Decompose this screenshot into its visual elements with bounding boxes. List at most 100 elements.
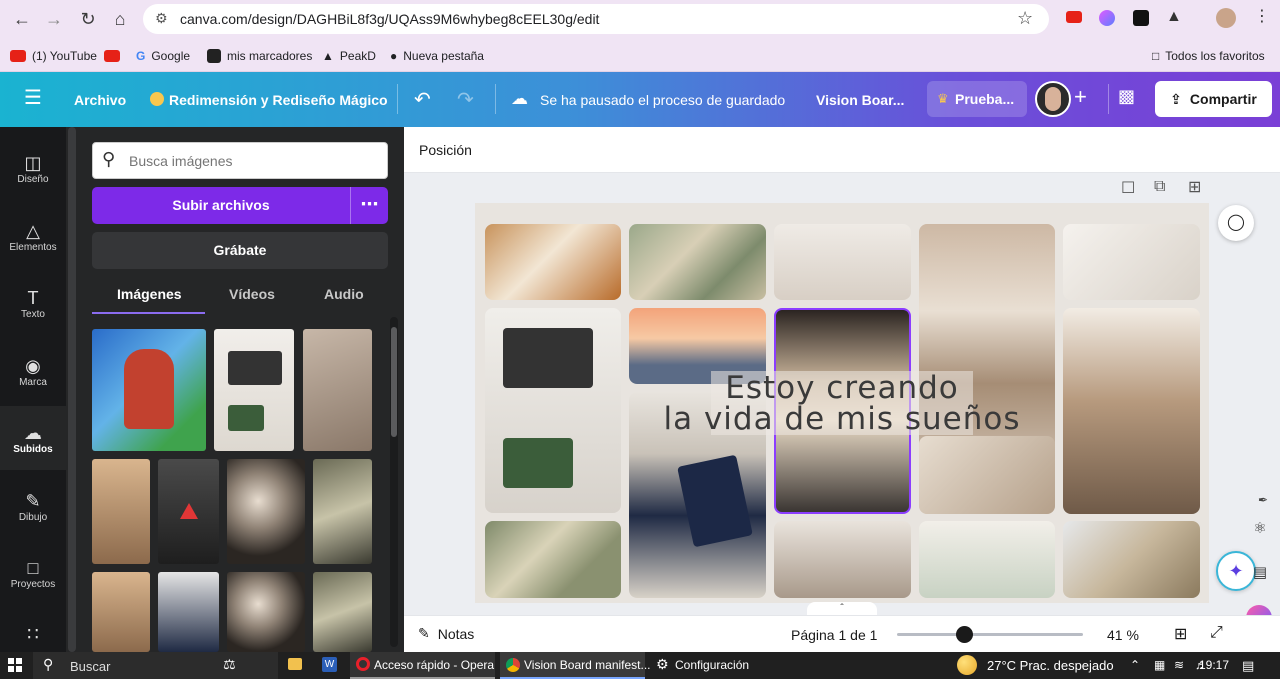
vision-board-canvas[interactable]: Estoy creando la vida de mis sueños — [475, 203, 1209, 603]
taskbar-settings[interactable]: ⚙ Configuración — [650, 652, 760, 679]
address-bar[interactable]: ⚙ canva.com/design/DAGHBiL8f3g/UQAss9M6w… — [143, 4, 1049, 34]
photo-tile-meditation[interactable] — [774, 224, 911, 300]
tab-imagenes[interactable]: Imágenes — [117, 286, 182, 302]
comment-icon[interactable]: ◯ — [1218, 205, 1254, 241]
back-icon[interactable]: ← — [10, 7, 34, 31]
rail-item-proyectos[interactable]: □ Proyectos — [0, 541, 66, 605]
record-yourself-button[interactable]: Grábate — [92, 232, 388, 269]
word-icon[interactable]: W — [322, 657, 337, 672]
add-page-icon[interactable]: ⊞ — [1188, 177, 1201, 197]
network-icon[interactable]: ▦ — [1154, 658, 1165, 672]
fullscreen-icon[interactable]: ⤢ — [1210, 624, 1223, 642]
forward-icon[interactable]: → — [42, 7, 66, 31]
taskbar-opera[interactable]: Acceso rápido - Opera — [350, 652, 495, 679]
upload-thumbnail[interactable] — [158, 459, 219, 564]
menu-dots-icon[interactable]: ⋮ — [1254, 6, 1270, 26]
photo-tile-journal[interactable] — [1063, 224, 1200, 300]
wifi-icon[interactable]: ≋ — [1174, 658, 1184, 672]
upload-thumbnail[interactable] — [92, 329, 206, 451]
archivo-menu[interactable]: Archivo — [74, 92, 126, 108]
rail-item-diseno[interactable]: ◫ Diseño — [0, 136, 66, 200]
rail-item-dibujo[interactable]: ✎ Dibujo — [0, 474, 66, 538]
rail-item-apps[interactable]: ∷ — [0, 607, 66, 647]
rail-item-subidos[interactable]: ☁ Subidos — [0, 406, 66, 470]
grid-view-icon[interactable]: ⊞ — [1174, 624, 1187, 644]
bookmark-google[interactable]: G Google — [136, 47, 190, 65]
weather-text[interactable]: 27°C Prac. despejado — [987, 658, 1114, 673]
scrollbar-thumb[interactable] — [391, 327, 397, 437]
all-favorites[interactable]: □ Todos los favoritos — [1152, 47, 1265, 65]
add-collaborator-icon[interactable]: + — [1074, 86, 1087, 108]
photo-tile-art-studio[interactable] — [1063, 308, 1200, 514]
lock-icon[interactable]: ☐ — [1121, 178, 1135, 198]
tab-audio[interactable]: Audio — [324, 286, 364, 302]
photo-tile-couple[interactable] — [774, 521, 911, 598]
trial-button[interactable]: ♛ Prueba... — [927, 81, 1027, 117]
reload-icon[interactable]: ↻ — [76, 7, 100, 31]
upload-thumbnail[interactable] — [313, 572, 372, 652]
bookmark-youtube[interactable]: (1) YouTube — [10, 47, 97, 65]
rail-item-marca[interactable]: ◉ Marca — [0, 339, 66, 403]
photo-tile-candle[interactable] — [485, 224, 621, 300]
taskbar-chrome[interactable]: Vision Board manifest... — [500, 652, 651, 679]
tray-chevron-icon[interactable]: ⌃ — [1130, 658, 1140, 672]
upload-thumbnail[interactable] — [227, 459, 305, 564]
position-button[interactable]: Posición — [419, 142, 472, 158]
more-options-icon[interactable]: ⋯ — [351, 187, 388, 224]
extension-icon[interactable] — [1099, 10, 1115, 26]
upload-thumbnail[interactable] — [227, 572, 305, 652]
document-title[interactable]: Vision Boar... — [816, 92, 904, 108]
magic-resize-button[interactable]: Redimensión y Rediseño Mágico — [169, 92, 388, 108]
book-icon[interactable]: ▤ — [1248, 563, 1272, 587]
puzzle-icon[interactable]: ▲ — [1166, 8, 1182, 26]
notifications-icon[interactable]: ▤ — [1242, 658, 1254, 674]
user-avatar[interactable] — [1035, 81, 1071, 117]
taskbar-search[interactable]: ⚲ Buscar ⚖ — [33, 652, 278, 679]
windows-start-icon[interactable] — [8, 658, 22, 672]
upload-thumbnail[interactable] — [92, 572, 150, 652]
rail-scrollbar[interactable] — [68, 127, 76, 652]
duplicate-icon[interactable]: ⧉ — [1154, 178, 1165, 196]
pen-tool-icon[interactable]: ✒ — [1258, 493, 1268, 507]
upload-thumbnail[interactable] — [313, 459, 372, 564]
bookmark-marcadores[interactable]: mis marcadores — [207, 47, 312, 65]
youtube-ext-icon[interactable] — [1066, 11, 1082, 23]
profile-avatar[interactable] — [1216, 8, 1236, 28]
upload-thumbnail[interactable] — [158, 572, 219, 652]
image-search[interactable]: ⚲ — [92, 142, 388, 179]
site-info-icon[interactable]: ⚙ — [155, 10, 168, 27]
undo-icon[interactable]: ↶ — [414, 87, 431, 112]
extension2-icon[interactable] — [1133, 10, 1149, 26]
upload-thumbnail[interactable] — [303, 329, 372, 451]
home-icon[interactable]: ⌂ — [108, 7, 132, 31]
overlay-text-line1[interactable]: Estoy creando — [655, 373, 1029, 404]
photo-tile-bowl[interactable] — [1063, 521, 1200, 598]
time-text[interactable]: 19:17 — [1199, 658, 1229, 672]
rail-item-texto[interactable]: T Texto — [0, 271, 66, 335]
tab-videos[interactable]: Vídeos — [229, 286, 275, 302]
file-explorer-icon[interactable] — [288, 658, 302, 670]
notes-button[interactable]: ✎ Notas — [418, 625, 474, 642]
share-button[interactable]: ⇪ Compartir — [1155, 81, 1272, 117]
photo-tile-money[interactable] — [629, 224, 766, 300]
upload-thumbnail[interactable] — [214, 329, 294, 451]
bookmark-new-tab[interactable]: ● Nueva pestaña — [390, 47, 484, 65]
photo-tile-fitness[interactable] — [919, 521, 1055, 598]
zoom-slider-handle[interactable] — [955, 626, 973, 643]
photo-tile-laptop[interactable] — [485, 308, 621, 513]
zoom-level[interactable]: 41 % — [1107, 627, 1139, 643]
rail-item-elementos[interactable]: △ Elementos — [0, 204, 66, 268]
photo-tile-cash-stack[interactable] — [485, 521, 621, 598]
overlay-text-line2[interactable]: la vida de mis sueños — [635, 404, 1049, 435]
star-icon[interactable]: ☆ — [1017, 8, 1033, 29]
translate-icon[interactable]: ⚛ — [1248, 519, 1272, 543]
upload-files-button[interactable]: Subir archivos ⋯ — [92, 187, 388, 224]
insights-icon[interactable]: ▩ — [1118, 86, 1135, 107]
search-input[interactable] — [129, 143, 379, 178]
redo-icon[interactable]: ↷ — [457, 87, 474, 112]
hamburger-icon[interactable]: ☰ — [24, 88, 42, 108]
photo-tile-writing[interactable] — [919, 436, 1055, 514]
bookmark-youtube2[interactable] — [104, 47, 120, 65]
zoom-slider[interactable] — [897, 626, 1083, 643]
upload-thumbnail[interactable] — [92, 459, 150, 564]
